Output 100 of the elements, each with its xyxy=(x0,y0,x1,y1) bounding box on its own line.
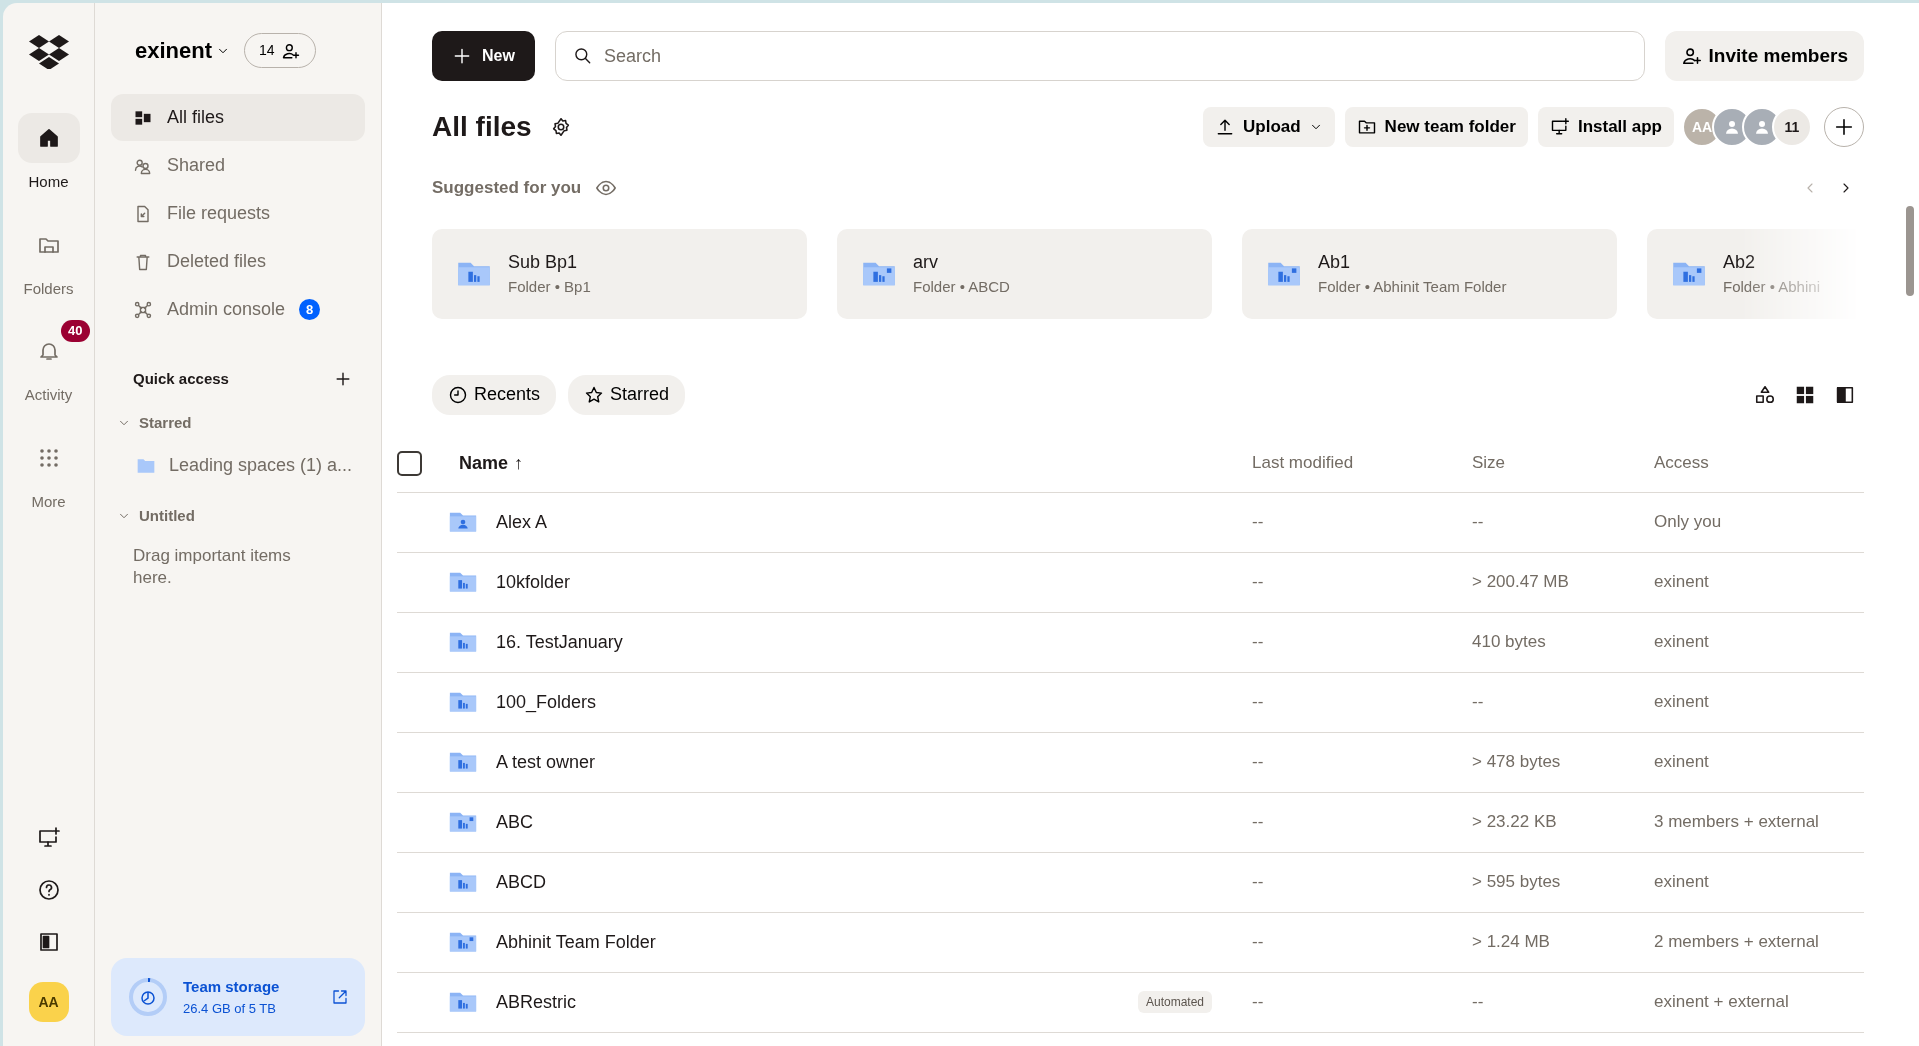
table-cell-text: -- xyxy=(1252,811,1265,834)
storage-title: Team storage xyxy=(183,977,281,997)
card-title: Ab2 xyxy=(1723,250,1757,274)
section-title: Quick access xyxy=(133,369,229,389)
logo-icon[interactable] xyxy=(28,33,69,69)
star-icon xyxy=(584,384,605,405)
table-cell-text: exinent xyxy=(1654,691,1710,714)
column-header[interactable]: Name ↑ xyxy=(448,448,530,478)
table-cell-text: 3 members + external xyxy=(1654,811,1820,834)
column-header: Access xyxy=(1654,452,1710,475)
workspace-switcher[interactable]: exinent xyxy=(135,34,231,67)
table-cell-text: -- xyxy=(1252,931,1265,954)
nav-item[interactable]: Shared xyxy=(111,142,365,189)
table-cell-text: exinent + external xyxy=(1654,991,1790,1014)
nav-item[interactable]: File requests xyxy=(111,190,365,237)
member-count: 11 xyxy=(1772,107,1812,147)
section-title: Suggested for you xyxy=(432,177,582,199)
table-cell-text: -- xyxy=(1472,511,1485,534)
table-cell-text: -- xyxy=(1252,691,1265,714)
table-cell-text: -- xyxy=(1252,751,1265,774)
file-name: 10kfolder xyxy=(496,570,571,594)
file-name: 100_Folders xyxy=(496,690,597,715)
nav-item[interactable]: Deleted files xyxy=(111,238,365,285)
automated-tag: Automated xyxy=(1137,991,1212,1013)
storage-usage: 26.4 GB of 5 TB xyxy=(183,999,277,1018)
table-cell-text: exinent xyxy=(1654,751,1710,774)
shapes-icon[interactable] xyxy=(1754,383,1776,406)
table-cell-text: 410 bytes xyxy=(1472,631,1547,654)
table-cell-text: -- xyxy=(1252,991,1265,1014)
filter-chip[interactable]: Recents xyxy=(432,374,557,415)
card-meta: Folder • Abhinit Team Folder xyxy=(1318,276,1507,297)
folder-plus-icon xyxy=(1356,117,1377,137)
add-button[interactable] xyxy=(1824,107,1864,147)
file-name: 16. TestJanuary xyxy=(496,630,623,654)
filter-chip[interactable]: Starred xyxy=(568,374,686,415)
card-meta: Folder • ABCD xyxy=(913,276,1010,297)
plus-icon xyxy=(452,46,472,66)
file-name: ABRestric xyxy=(496,990,576,1014)
suggested-card[interactable]: Sub Bp1 Folder • Bp1 xyxy=(432,228,807,319)
file-name: A test owner xyxy=(496,750,596,774)
card-title: Ab1 xyxy=(1318,250,1352,274)
card-title: Sub Bp1 xyxy=(508,250,579,274)
select-all-checkbox[interactable] xyxy=(397,450,422,476)
table-cell-text: -- xyxy=(1252,571,1265,594)
file-name: Abhinit Team Folder xyxy=(496,930,656,954)
empty-hint: Drag important items here. xyxy=(133,544,292,589)
admin-icon xyxy=(133,299,153,320)
table-cell-text: exinent xyxy=(1654,871,1710,894)
notification-badge: 40 xyxy=(61,320,90,342)
column-header: Size xyxy=(1472,452,1507,475)
action-button[interactable]: Upload xyxy=(1203,107,1335,147)
table-cell-text: > 595 bytes xyxy=(1472,871,1562,894)
storage-meter xyxy=(127,976,169,1018)
page-title: All files xyxy=(432,110,532,144)
table-cell-text: -- xyxy=(1252,511,1265,534)
monitor-plus-icon[interactable] xyxy=(36,826,61,850)
group-toggle[interactable]: Starred xyxy=(111,410,365,435)
file-name: ABC xyxy=(496,810,533,834)
count-badge: 8 xyxy=(299,298,321,321)
clock-icon xyxy=(448,384,468,405)
quick-access-item[interactable]: Leading spaces (1) a... xyxy=(111,451,365,480)
external-link-icon xyxy=(331,988,349,1006)
suggested-card[interactable]: Ab1 Folder • Abhinit Team Folder xyxy=(1242,228,1617,319)
table-cell-text: -- xyxy=(1252,631,1265,654)
help-icon[interactable] xyxy=(36,878,61,902)
invite-button[interactable]: Invite members xyxy=(1664,31,1864,81)
action-button[interactable]: Install app xyxy=(1537,107,1674,147)
add-person-icon xyxy=(1680,45,1703,67)
upload-icon xyxy=(1215,117,1235,137)
file-name: Alex A xyxy=(496,510,548,534)
table-cell-text: > 23.22 KB xyxy=(1472,811,1558,834)
rail-item[interactable]: Home xyxy=(7,105,90,202)
rail-item[interactable]: Folders xyxy=(7,211,90,308)
card-title: arv xyxy=(913,250,939,274)
card-meta: Folder • Abhini xyxy=(1723,276,1820,297)
action-button[interactable]: New team folder xyxy=(1344,107,1528,147)
card-meta: Folder • Bp1 xyxy=(508,276,591,297)
new-button[interactable]: New xyxy=(432,31,535,81)
rail-item[interactable]: More xyxy=(7,424,90,521)
avatar[interactable]: AA xyxy=(28,982,69,1022)
table-cell-text: > 1.24 MB xyxy=(1472,931,1551,954)
table-cell-text: -- xyxy=(1252,871,1265,894)
table-cell-text: exinent xyxy=(1654,631,1710,654)
table-cell-text: -- xyxy=(1472,991,1485,1014)
storage-card[interactable]: Team storage 26.4 GB of 5 TB xyxy=(111,958,365,1036)
file-name: ABCD xyxy=(496,870,546,894)
table-cell-text: > 478 bytes xyxy=(1472,751,1562,774)
rail-item[interactable]: Activity 40 xyxy=(7,318,90,415)
search-field[interactable]: Search xyxy=(554,31,1645,81)
plus-icon xyxy=(1833,116,1855,138)
suggested-card[interactable]: arv Folder • ABCD xyxy=(837,228,1212,319)
nav-item[interactable]: All files xyxy=(111,94,365,141)
search-icon xyxy=(572,46,593,66)
group-toggle[interactable]: Untitled xyxy=(111,504,365,529)
column-header: Last modified xyxy=(1252,452,1355,475)
table-cell-text: > 200.47 MB xyxy=(1472,571,1570,594)
table-cell-text: exinent xyxy=(1654,571,1710,594)
table-cell-text: Only you xyxy=(1654,511,1723,534)
monitor-plus-icon xyxy=(1549,117,1570,137)
nav-item[interactable]: Admin console 8 xyxy=(111,286,365,333)
